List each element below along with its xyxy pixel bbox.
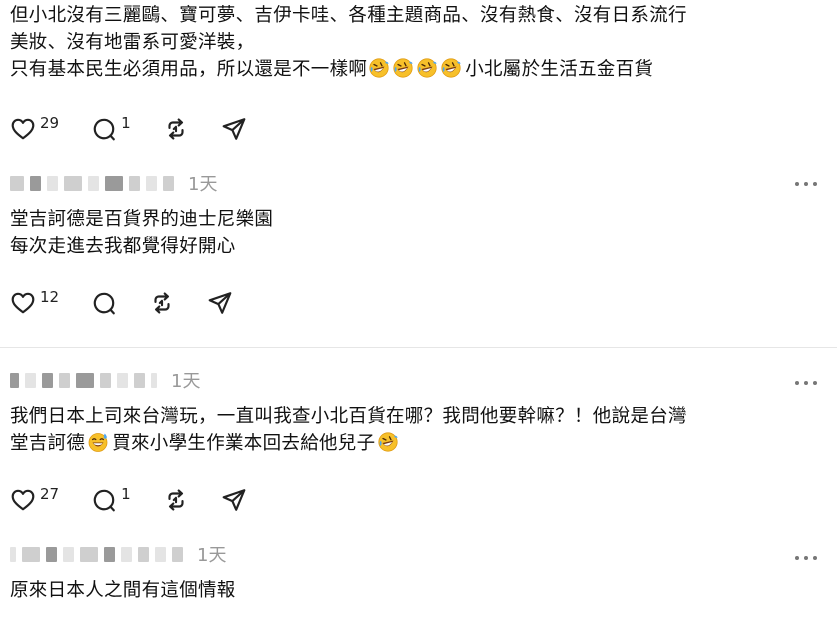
rofl-emoji-icon bbox=[393, 58, 413, 78]
comment-count: 1 bbox=[121, 114, 131, 132]
reply-meta: 1天 bbox=[10, 367, 200, 393]
comment-icon bbox=[91, 487, 117, 513]
comment-icon bbox=[91, 290, 117, 316]
share-icon bbox=[221, 116, 247, 142]
like-button[interactable]: 12 bbox=[10, 288, 60, 316]
share-button[interactable] bbox=[207, 290, 233, 316]
heart-icon bbox=[10, 487, 36, 513]
comment-button[interactable] bbox=[91, 290, 117, 316]
more-icon[interactable] bbox=[795, 181, 817, 187]
timestamp[interactable]: 1天 bbox=[197, 541, 226, 567]
username-blurred[interactable] bbox=[10, 543, 189, 565]
comment-icon bbox=[91, 116, 117, 142]
post-line: 堂吉訶德是百貨界的迪士尼樂園 bbox=[10, 209, 274, 230]
divider bbox=[0, 347, 837, 348]
action-bar: 27 1 bbox=[10, 485, 279, 515]
timestamp[interactable]: 1天 bbox=[171, 367, 200, 393]
reply-body: 堂吉訶德是百貨界的迪士尼樂園 每次走進去我都覺得好開心 bbox=[10, 206, 273, 260]
share-button[interactable] bbox=[221, 487, 247, 513]
comment-count: 1 bbox=[121, 485, 131, 503]
repost-button[interactable] bbox=[149, 290, 175, 316]
reply-meta: 1天 bbox=[10, 541, 226, 567]
like-button[interactable]: 27 bbox=[10, 485, 60, 513]
post-line: 我們日本上司來台灣玩，一直叫我查小北百貨在哪？我問他要幹嘛？！他說是台灣 bbox=[10, 406, 687, 427]
post-line: 堂吉訶德 買來小學生作業本回去給他兒子 bbox=[10, 430, 687, 457]
rofl-emoji-icon bbox=[369, 58, 389, 78]
reply-meta: 1天 bbox=[10, 170, 217, 196]
post-line: 只有基本民生必須用品，所以還是不一樣啊 小北屬於生活五金百貨 bbox=[10, 56, 687, 83]
rofl-emoji-icon bbox=[417, 58, 437, 78]
like-count: 27 bbox=[40, 485, 60, 503]
grinning-sweat-emoji-icon bbox=[88, 432, 108, 452]
comment-button[interactable]: 1 bbox=[91, 114, 131, 142]
repost-icon bbox=[149, 290, 175, 316]
action-bar: 12 bbox=[10, 288, 265, 318]
rofl-emoji-icon bbox=[441, 58, 461, 78]
repost-button[interactable] bbox=[163, 116, 189, 142]
username-blurred[interactable] bbox=[10, 172, 180, 194]
more-icon[interactable] bbox=[795, 380, 817, 386]
share-icon bbox=[221, 487, 247, 513]
rofl-emoji-icon bbox=[378, 432, 398, 452]
like-button[interactable]: 29 bbox=[10, 114, 60, 142]
more-icon[interactable] bbox=[795, 555, 817, 561]
share-icon bbox=[207, 290, 233, 316]
reply-body: 我們日本上司來台灣玩，一直叫我查小北百貨在哪？我問他要幹嘛？！他說是台灣 堂吉訶… bbox=[10, 403, 687, 457]
post-line: 美妝、沒有地雷系可愛洋裝， bbox=[10, 32, 255, 53]
repost-button[interactable] bbox=[163, 487, 189, 513]
post-line-text: 只有基本民生必須用品，所以還是不一樣啊 bbox=[10, 59, 368, 80]
repost-icon bbox=[163, 116, 189, 142]
share-button[interactable] bbox=[221, 116, 247, 142]
comment-button[interactable]: 1 bbox=[91, 485, 131, 513]
post-line-text: 買來小學生作業本回去給他兒子 bbox=[112, 433, 376, 454]
post-line-text: 堂吉訶德 bbox=[10, 433, 86, 454]
post-line-text: 小北屬於生活五金百貨 bbox=[465, 59, 654, 80]
post-line: 但小北沒有三麗鷗、寶可夢、吉伊卡哇、各種主題商品、沒有熱食、沒有日系流行 bbox=[10, 5, 687, 26]
post-line: 每次走進去我都覺得好開心 bbox=[10, 236, 236, 257]
like-count: 12 bbox=[40, 288, 60, 306]
action-bar: 29 1 bbox=[10, 114, 279, 144]
heart-icon bbox=[10, 290, 36, 316]
post-line: 原來日本人之間有這個情報 bbox=[10, 580, 236, 601]
username-blurred[interactable] bbox=[10, 369, 163, 391]
like-count: 29 bbox=[40, 114, 60, 132]
heart-icon bbox=[10, 116, 36, 142]
timestamp[interactable]: 1天 bbox=[188, 170, 217, 196]
post-body: 但小北沒有三麗鷗、寶可夢、吉伊卡哇、各種主題商品、沒有熱食、沒有日系流行 美妝、… bbox=[10, 2, 687, 83]
repost-icon bbox=[163, 487, 189, 513]
reply-body: 原來日本人之間有這個情報 bbox=[10, 577, 236, 604]
